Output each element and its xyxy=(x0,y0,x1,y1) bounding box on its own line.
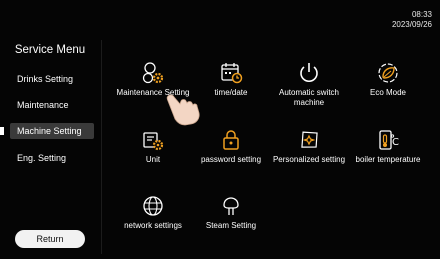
tile-automatic-switch-machine[interactable]: Automatic switch machine xyxy=(268,60,350,107)
tile-network-settings[interactable]: network settings xyxy=(112,193,194,231)
sidebar-item-maintenance[interactable]: Maintenance xyxy=(10,97,94,113)
sidebar-item-machine-setting[interactable]: Machine Setting xyxy=(10,123,94,139)
active-indicator xyxy=(0,127,4,135)
tile-eco-mode[interactable]: Eco Mode xyxy=(347,60,429,98)
tile-label: Steam Setting xyxy=(205,221,257,230)
tile-label: network settings xyxy=(124,221,182,230)
tile-label: boiler temperature xyxy=(355,155,421,164)
tile-label: Personalized setting xyxy=(272,155,346,164)
thermometer-icon: C xyxy=(379,130,399,150)
svg-text:C: C xyxy=(392,137,399,148)
sparkle-icon xyxy=(301,131,318,148)
sidebar-item-eng-setting[interactable]: Eng. Setting xyxy=(10,150,94,166)
return-button[interactable]: Return xyxy=(15,230,85,248)
tile-unit[interactable]: Unit xyxy=(112,127,194,165)
datetime-display: 08:33 2023/09/26 xyxy=(392,10,432,30)
steam-icon xyxy=(223,197,239,215)
tile-personalized-setting[interactable]: Personalized setting xyxy=(268,127,350,165)
tile-label: Automatic switch machine xyxy=(278,88,340,107)
sidebar-title: Service Menu xyxy=(14,44,86,56)
tile-label: password setting xyxy=(200,155,262,164)
tile-steam-setting[interactable]: Steam Setting xyxy=(190,193,272,231)
gears-icon xyxy=(142,62,164,84)
divider xyxy=(101,40,102,254)
pointer-hand-icon xyxy=(166,94,200,126)
sidebar-item-drinks-setting[interactable]: Drinks Setting xyxy=(10,71,94,87)
calendar-clock-icon xyxy=(221,63,243,84)
sidebar: Service Menu Drinks Setting Maintenance … xyxy=(0,0,100,259)
service-menu-screen: 08:33 2023/09/26 Service Menu Drinks Set… xyxy=(0,0,440,259)
unit-gear-icon xyxy=(143,132,164,151)
clock-time: 08:33 xyxy=(411,10,432,19)
tile-label: Unit xyxy=(145,155,161,164)
power-icon xyxy=(300,63,318,82)
tile-label: Eco Mode xyxy=(369,88,407,97)
tile-boiler-temperature[interactable]: C boiler temperature xyxy=(347,127,429,165)
leaf-icon xyxy=(378,63,398,83)
tile-password-setting[interactable]: password setting xyxy=(190,127,272,165)
globe-icon xyxy=(143,196,163,216)
lock-icon xyxy=(223,130,239,150)
clock-date: 2023/09/26 xyxy=(391,20,432,29)
